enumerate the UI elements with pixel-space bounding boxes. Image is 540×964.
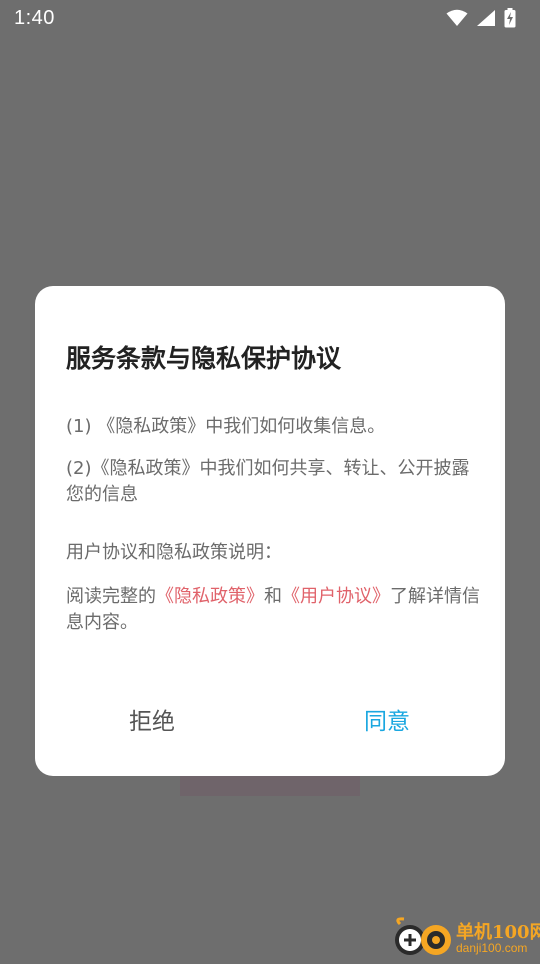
status-time: 1:40 bbox=[14, 6, 55, 29]
dialog-title: 服务条款与隐私保护协议 bbox=[66, 344, 342, 373]
privacy-item-share: (2)《隐私政策》中我们如何共享、转让、公开披露您的信息 bbox=[66, 458, 470, 505]
status-icons bbox=[446, 8, 516, 28]
signal-icon bbox=[476, 9, 496, 27]
privacy-policy-link[interactable]: 《隐私政策》 bbox=[156, 586, 264, 607]
user-agreement-link[interactable]: 《用户协议》 bbox=[282, 586, 390, 607]
privacy-agreement-dialog: 服务条款与隐私保护协议 (1) 《隐私政策》中我们如何收集信息。 (2)《隐私政… bbox=[35, 286, 505, 776]
battery-charging-icon bbox=[504, 8, 516, 28]
notice-and: 和 bbox=[264, 586, 282, 607]
section-label: 用户协议和隐私政策说明： bbox=[66, 542, 282, 563]
notice-prefix: 阅读完整的 bbox=[66, 586, 156, 607]
status-bar: 1:40 bbox=[0, 0, 540, 36]
notice-paragraph: 阅读完整的《隐私政策》和《用户协议》了解详情信息内容。 bbox=[66, 584, 481, 636]
watermark-logo-icon bbox=[390, 916, 454, 964]
refuse-button[interactable]: 拒绝 bbox=[72, 694, 232, 744]
privacy-item-collect: (1) 《隐私政策》中我们如何收集信息。 bbox=[66, 416, 386, 437]
watermark: 单机100网 danji100.com bbox=[390, 914, 540, 960]
wifi-icon bbox=[446, 9, 468, 27]
watermark-url: danji100.com bbox=[456, 941, 528, 955]
agree-button[interactable]: 同意 bbox=[307, 694, 467, 744]
